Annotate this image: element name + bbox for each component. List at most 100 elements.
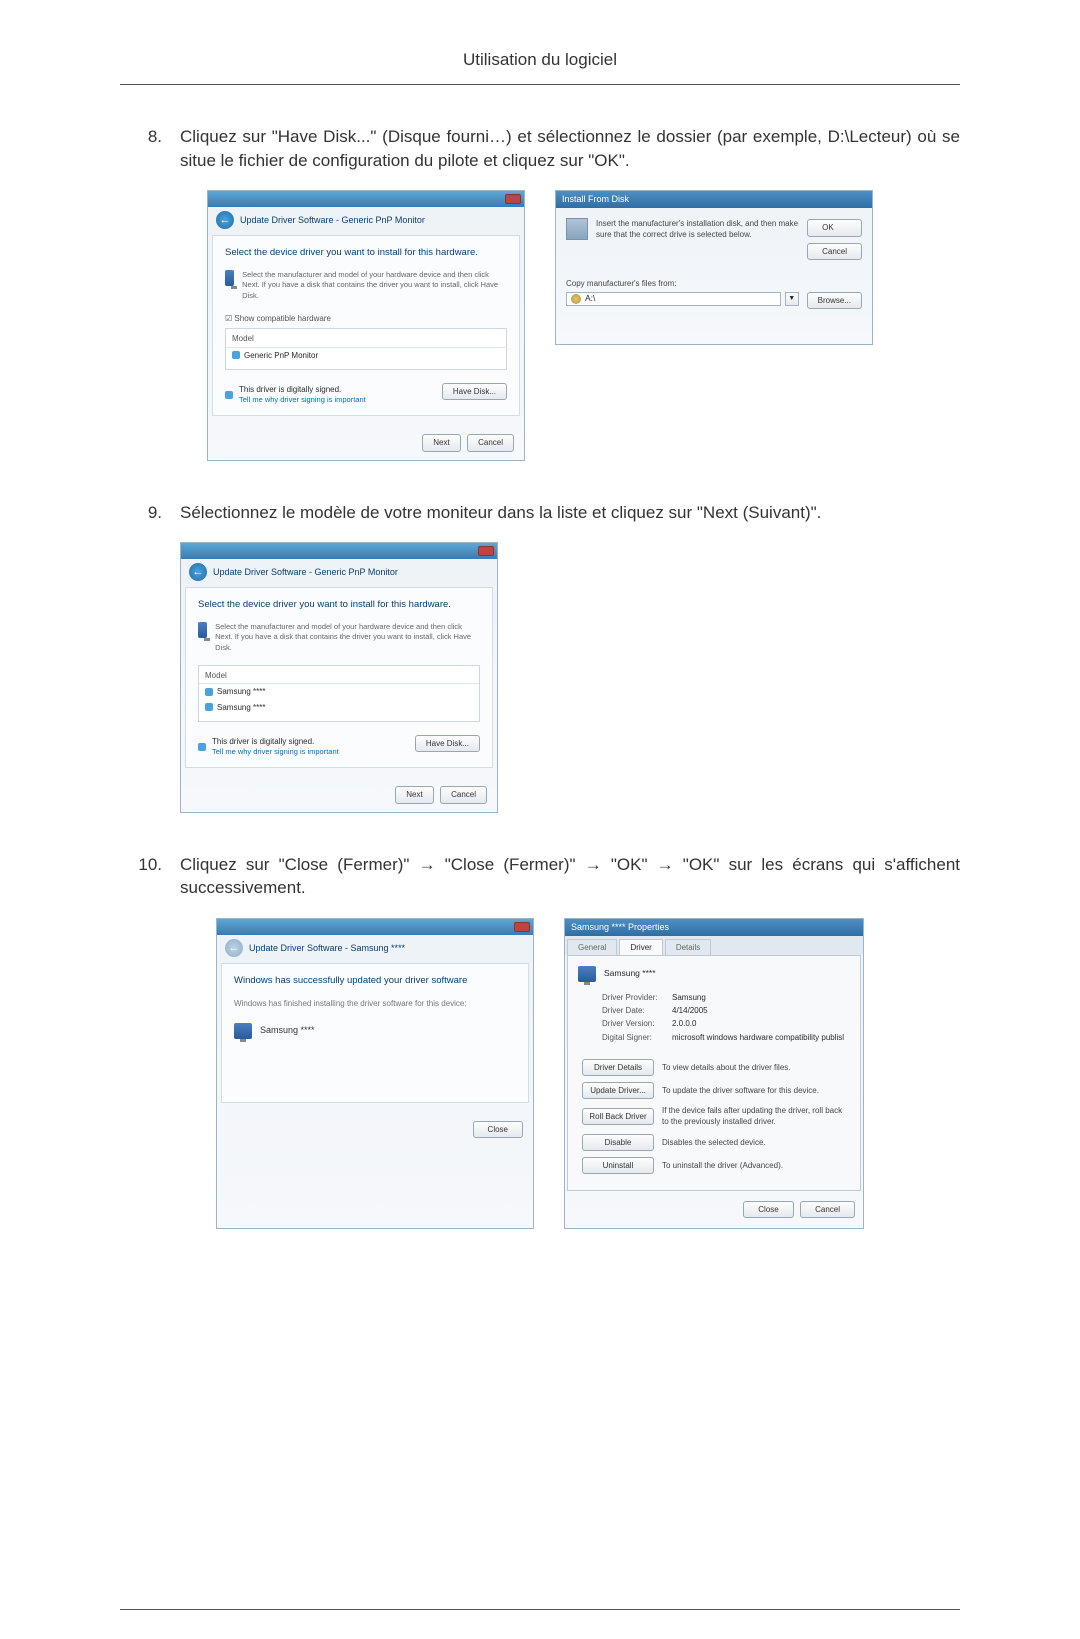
- tab-details[interactable]: Details: [665, 939, 711, 955]
- model-listbox[interactable]: Model Generic PnP Monitor: [225, 328, 507, 369]
- label-version: Driver Version:: [602, 1018, 672, 1029]
- step-8: 8. Cliquez sur "Have Disk..." (Disque fo…: [120, 125, 960, 173]
- cancel-button[interactable]: Cancel: [800, 1201, 855, 1218]
- shield-icon: [225, 391, 233, 399]
- show-compatible-checkbox[interactable]: ☑ Show compatible hardware: [225, 313, 507, 324]
- step-10-number: 10.: [120, 853, 162, 901]
- value-date: 4/14/2005: [672, 1005, 708, 1016]
- cd-icon: [571, 294, 581, 304]
- cancel-button[interactable]: Cancel: [467, 434, 514, 451]
- signed-text: This driver is digitally signed.: [212, 736, 339, 747]
- close-icon[interactable]: [850, 195, 866, 205]
- have-disk-button[interactable]: Have Disk...: [442, 383, 507, 400]
- device-name: Samsung ****: [604, 968, 656, 980]
- dialog-update-success: ← Update Driver Software - Samsung **** …: [216, 918, 534, 1229]
- back-icon: ←: [225, 939, 243, 957]
- step-9: 9. Sélectionnez le modèle de votre monit…: [120, 501, 960, 525]
- label-provider: Driver Provider:: [602, 992, 672, 1003]
- dialog-headline: Select the device driver you want to ins…: [225, 246, 507, 259]
- dialog-subtext: Windows has finished installing the driv…: [234, 998, 516, 1009]
- device-name: Samsung ****: [260, 1024, 315, 1037]
- tabs: General Driver Details: [565, 936, 863, 955]
- chevron-down-icon[interactable]: ▼: [785, 292, 799, 306]
- dialog-title: Samsung **** Properties: [571, 921, 669, 934]
- shield-icon: [205, 688, 213, 696]
- titlebar: [208, 191, 524, 207]
- breadcrumb-text: Update Driver Software - Generic PnP Mon…: [240, 214, 425, 227]
- monitor-icon: [234, 1023, 252, 1039]
- next-button[interactable]: Next: [422, 434, 460, 451]
- titlebar: Samsung **** Properties: [565, 919, 863, 936]
- shield-icon: [198, 743, 206, 751]
- cancel-button[interactable]: Cancel: [440, 786, 487, 803]
- shield-icon: [205, 703, 213, 711]
- cancel-button[interactable]: Cancel: [807, 243, 862, 260]
- floppy-icon: [566, 218, 588, 240]
- dialog-instruction: Select the manufacturer and model of you…: [215, 622, 480, 654]
- next-button[interactable]: Next: [395, 786, 433, 803]
- back-icon[interactable]: ←: [216, 211, 234, 229]
- list-item[interactable]: Samsung ****: [199, 684, 479, 699]
- column-header-model: Model: [226, 331, 506, 347]
- dialog-title: Install From Disk: [562, 193, 629, 206]
- dialog-headline: Select the device driver you want to ins…: [198, 598, 480, 611]
- close-icon[interactable]: [478, 546, 494, 556]
- rollback-driver-button[interactable]: Roll Back Driver: [582, 1108, 654, 1125]
- step-10: 10. Cliquez sur "Close (Fermer)" → "Clos…: [120, 853, 960, 901]
- close-icon[interactable]: [514, 922, 530, 932]
- breadcrumb: ← Update Driver Software - Generic PnP M…: [181, 559, 497, 587]
- have-disk-button[interactable]: Have Disk...: [415, 735, 480, 752]
- monitor-icon: [198, 622, 207, 638]
- page-header: Utilisation du logiciel: [120, 0, 960, 85]
- value-version: 2.0.0.0: [672, 1018, 696, 1029]
- update-driver-button[interactable]: Update Driver...: [582, 1082, 654, 1099]
- breadcrumb: ← Update Driver Software - Generic PnP M…: [208, 207, 524, 235]
- step-8-number: 8.: [120, 125, 162, 173]
- back-icon[interactable]: ←: [189, 563, 207, 581]
- titlebar: [181, 543, 497, 559]
- dialog-update-driver-1: ← Update Driver Software - Generic PnP M…: [207, 190, 525, 460]
- ok-button[interactable]: OK: [807, 219, 862, 236]
- signing-info-link[interactable]: Tell me why driver signing is important: [239, 395, 366, 406]
- update-driver-desc: To update the driver software for this d…: [662, 1085, 850, 1096]
- close-button[interactable]: Close: [743, 1201, 793, 1218]
- breadcrumb: ← Update Driver Software - Samsung ****: [217, 935, 533, 963]
- path-combobox[interactable]: A:\: [566, 292, 781, 306]
- monitor-icon: [225, 270, 234, 286]
- list-item[interactable]: Samsung ****: [199, 700, 479, 715]
- step-10-text: Cliquez sur "Close (Fermer)" → "Close (F…: [180, 853, 960, 901]
- titlebar: Install From Disk: [556, 191, 872, 208]
- browse-button[interactable]: Browse...: [807, 292, 862, 309]
- page-title: Utilisation du logiciel: [463, 50, 617, 69]
- label-date: Driver Date:: [602, 1005, 672, 1016]
- value-signer: microsoft windows hardware compatibility…: [672, 1032, 844, 1043]
- dialog-properties: Samsung **** Properties General Driver D…: [564, 918, 864, 1229]
- copy-from-label: Copy manufacturer's files from:: [566, 278, 862, 289]
- value-provider: Samsung: [672, 992, 706, 1003]
- column-header-model: Model: [199, 668, 479, 684]
- breadcrumb-text: Update Driver Software - Generic PnP Mon…: [213, 566, 398, 579]
- label-signer: Digital Signer:: [602, 1032, 672, 1043]
- titlebar: [217, 919, 533, 935]
- disable-button[interactable]: Disable: [582, 1134, 654, 1151]
- rollback-driver-desc: If the device fails after updating the d…: [662, 1105, 850, 1127]
- list-item[interactable]: Generic PnP Monitor: [226, 348, 506, 363]
- dialog-install-from-disk: Install From Disk Insert the manufacture…: [555, 190, 873, 345]
- disable-desc: Disables the selected device.: [662, 1137, 850, 1148]
- tab-driver[interactable]: Driver: [619, 939, 662, 955]
- signing-info-link[interactable]: Tell me why driver signing is important: [212, 747, 339, 758]
- tab-general[interactable]: General: [567, 939, 617, 955]
- uninstall-button[interactable]: Uninstall: [582, 1157, 654, 1174]
- signed-text: This driver is digitally signed.: [239, 384, 366, 395]
- model-listbox[interactable]: Model Samsung **** Samsung ****: [198, 665, 480, 722]
- step-9-number: 9.: [120, 501, 162, 525]
- breadcrumb-text: Update Driver Software - Samsung ****: [249, 942, 405, 955]
- driver-details-button[interactable]: Driver Details: [582, 1059, 654, 1076]
- uninstall-desc: To uninstall the driver (Advanced).: [662, 1160, 850, 1171]
- dialog-update-driver-2: ← Update Driver Software - Generic PnP M…: [180, 542, 498, 812]
- step-8-text: Cliquez sur "Have Disk..." (Disque fourn…: [180, 125, 960, 173]
- close-icon[interactable]: [505, 194, 521, 204]
- step-9-text: Sélectionnez le modèle de votre moniteur…: [180, 501, 821, 525]
- shield-icon: [232, 351, 240, 359]
- close-button[interactable]: Close: [473, 1121, 523, 1138]
